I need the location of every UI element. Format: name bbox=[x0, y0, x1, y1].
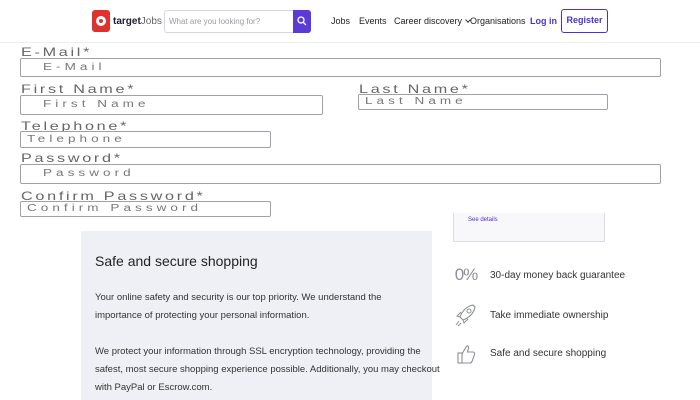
benefit-secure: Safe and secure shopping bbox=[454, 342, 606, 366]
search-placeholder: What are you looking for? bbox=[169, 17, 261, 26]
thumbs-up-icon bbox=[454, 342, 478, 366]
confirm-password-placeholder: Confirm Password bbox=[27, 203, 203, 214]
benefit-money-back-label: 30-day money back guarantee bbox=[490, 270, 626, 281]
first-name-field[interactable]: First Name bbox=[20, 95, 323, 115]
first-name-placeholder: First Name bbox=[43, 99, 150, 110]
email-placeholder: E-Mail bbox=[43, 62, 106, 73]
first-name-label: First Name* bbox=[21, 82, 137, 96]
benefit-money-back: 0% 30-day money back guarantee bbox=[454, 263, 625, 287]
nav-career-discovery[interactable]: Career discovery bbox=[394, 16, 471, 26]
nav-organisations[interactable]: Organisations bbox=[470, 16, 526, 26]
site-header: targetJobs What are you looking for? Job… bbox=[0, 0, 700, 43]
logo-suffix: Jobs bbox=[140, 15, 162, 27]
password-label: Password* bbox=[21, 151, 123, 165]
secure-paragraph-2: We protect your information through SSL … bbox=[95, 346, 440, 393]
last-name-field[interactable]: Last Name bbox=[358, 94, 608, 110]
search-button[interactable] bbox=[293, 10, 311, 33]
percent-icon: 0% bbox=[454, 263, 479, 287]
logo[interactable]: targetJobs bbox=[92, 10, 162, 32]
secure-paragraph-1: Your online safety and security is our t… bbox=[95, 292, 382, 321]
telephone-placeholder: Telephone bbox=[27, 134, 126, 145]
email-field[interactable]: E-Mail bbox=[20, 58, 661, 77]
password-field[interactable]: Password bbox=[20, 164, 661, 184]
telephone-field[interactable]: Telephone bbox=[20, 131, 271, 148]
nav-career-discovery-label: Career discovery bbox=[394, 16, 463, 26]
last-name-placeholder: Last Name bbox=[365, 96, 467, 107]
confirm-password-field[interactable]: Confirm Password bbox=[20, 201, 271, 217]
benefit-ownership: Take immediate ownership bbox=[454, 303, 608, 327]
nav-jobs[interactable]: Jobs bbox=[331, 16, 350, 26]
logo-icon bbox=[92, 10, 110, 32]
nav-events[interactable]: Events bbox=[359, 16, 387, 26]
login-link[interactable]: Log in bbox=[530, 16, 557, 26]
logo-brand: target bbox=[113, 15, 141, 27]
search-icon bbox=[297, 16, 307, 26]
search-input[interactable]: What are you looking for? bbox=[164, 10, 311, 33]
rocket-icon bbox=[454, 303, 478, 327]
percent-icon-text: 0% bbox=[454, 265, 479, 284]
secure-shopping-panel: Safe and secure shopping Your online saf… bbox=[81, 231, 440, 400]
see-details-link[interactable]: See details bbox=[468, 217, 498, 223]
email-label: E-Mail* bbox=[21, 45, 93, 59]
secure-shopping-title: Safe and secure shopping bbox=[95, 253, 258, 269]
side-card: See details bbox=[453, 213, 605, 242]
password-placeholder: Password bbox=[43, 168, 135, 179]
register-button[interactable]: Register bbox=[561, 9, 608, 33]
benefit-secure-label: Safe and secure shopping bbox=[490, 348, 607, 359]
benefit-ownership-label: Take immediate ownership bbox=[490, 310, 609, 321]
